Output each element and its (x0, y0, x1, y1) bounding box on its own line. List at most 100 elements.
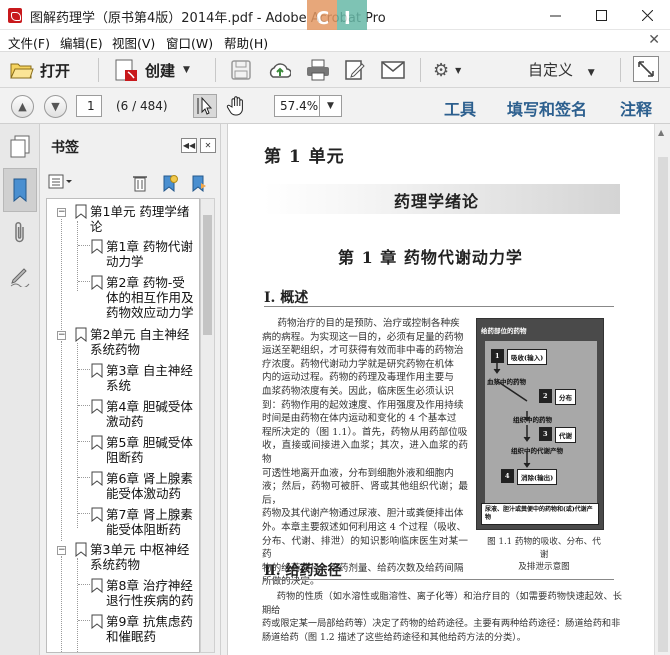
minimize-button[interactable] (532, 0, 578, 30)
expand-toggle[interactable]: − (57, 546, 66, 555)
pages-icon (10, 135, 30, 158)
expand-bookmark-button[interactable] (190, 174, 208, 195)
fill-sign-tab[interactable]: 填写和签名 (507, 96, 587, 120)
open-button[interactable]: 打开 (10, 57, 70, 83)
page-number-input[interactable]: 1 (76, 95, 102, 117)
bookmark-item[interactable]: 第9章 抗焦虑药 和催眠药 (106, 614, 193, 644)
bookmarks-panel: 书签 ◀◀ ✕ − 第1单元 药理学绪论 第1章 药物代谢 动力学 第2章 药物… (40, 124, 220, 655)
bookmarks-tree: − 第1单元 药理学绪论 第1章 药物代谢 动力学 第2章 药物-受 体的相互作用及… (46, 198, 200, 653)
expand-toggle[interactable]: − (57, 331, 66, 340)
document-close-icon[interactable]: ✕ (648, 32, 660, 48)
upload-cloud-button[interactable] (267, 57, 291, 83)
maximize-button[interactable] (578, 0, 624, 30)
comment-tab[interactable]: 注释 (620, 96, 652, 120)
bookmark-item[interactable]: 第2章 药物-受 体的相互作用及 药物效应动力学 (106, 275, 194, 320)
close-icon (641, 9, 653, 21)
bookmark-tag-icon (192, 175, 206, 193)
bookmark-item[interactable]: 第7章 肾上腺素 能受体阻断药 (106, 507, 193, 537)
paragraph-line: 病的病程。为实现这一目的，必须有足量的药物 (262, 331, 464, 343)
heading-routes: Ⅱ. 给药途径 (264, 563, 342, 579)
customize-dropdown[interactable]: 自定义 ▼ (528, 59, 595, 81)
bookmark-item[interactable]: 第3章 自主神经 系统 (106, 363, 193, 393)
page-thumbnails-button[interactable] (8, 134, 32, 160)
create-pdf-icon (115, 59, 137, 81)
bookmark-item[interactable]: 第1章 药物代谢 动力学 (106, 239, 193, 269)
bookmarks-toolbar (40, 168, 220, 196)
bookmark-options-button[interactable] (48, 174, 74, 192)
bookmark-icon (91, 507, 103, 522)
trash-icon (133, 176, 147, 192)
navigation-toolbar: ▲ ▼ 1 (6 / 484) 57.4% ▼ 工具 填写和签名 注释 (0, 88, 670, 124)
fullscreen-button[interactable] (633, 56, 659, 82)
bookmarks-scrollbar-thumb[interactable] (203, 215, 212, 335)
expand-toggle[interactable]: − (57, 208, 66, 217)
tree-connector (61, 556, 62, 652)
zoom-chevron-down-icon: ▼ (327, 101, 334, 111)
menu-edit[interactable]: 编辑(E) (60, 33, 103, 52)
save-button[interactable] (229, 57, 253, 83)
signatures-pane-button[interactable] (8, 263, 32, 289)
delete-bookmark-button[interactable] (132, 174, 148, 195)
figure-1-1: 给药部位的药物 吸收(输入) 血浆中的药物 分布 组织中的药物 代谢 组织中的代… (476, 318, 604, 530)
bookmark-icon (91, 435, 103, 450)
print-button[interactable] (306, 57, 330, 83)
settings-chevron-down-icon: ▼ (455, 65, 462, 75)
settings-button[interactable]: ⚙ ▼ (433, 57, 461, 83)
bookmark-ribbon-icon (13, 178, 27, 202)
document-view[interactable]: 第 1 单元 药理学绪论 第 1 章 药物代谢动力学 Ⅰ. 概述 药物治疗的目的… (228, 124, 654, 655)
hand-tool-button[interactable] (226, 95, 250, 119)
tree-connector (77, 343, 78, 528)
panel-close-button[interactable]: ✕ (200, 138, 216, 153)
toolbar-separator (620, 58, 621, 82)
gear-icon: ⚙ (433, 59, 450, 81)
next-page-button[interactable]: ▼ (44, 95, 67, 118)
previous-page-button[interactable]: ▲ (11, 95, 34, 118)
bookmark-item[interactable]: 第2单元 自主神经 系统药物 (90, 327, 189, 357)
tree-connector (61, 219, 62, 336)
zoom-input[interactable]: 57.4% (274, 95, 320, 117)
attachments-pane-button[interactable] (8, 220, 32, 246)
open-label: 打开 (40, 61, 71, 80)
bookmark-icon (75, 204, 87, 219)
figure-arrows (493, 361, 531, 468)
tools-tab[interactable]: 工具 (444, 96, 476, 120)
paragraph-line: 程所决定的（图 1.1）。首先，药物从用药部位吸 (262, 426, 468, 438)
unit-title: 第 1 单元 (264, 147, 345, 167)
paragraph-line: 收，直接或间接进入血浆；其次，进入血浆的药物 (262, 440, 468, 465)
customize-chevron-down-icon: ▼ (587, 68, 595, 78)
edit-document-button[interactable] (343, 57, 367, 83)
menu-view[interactable]: 视图(V) (112, 33, 155, 52)
bookmarks-pane-button[interactable] (8, 177, 32, 203)
new-bookmark-button[interactable] (161, 174, 179, 195)
scroll-up-icon[interactable]: ▲ (658, 128, 664, 137)
close-icon: ✕ (204, 141, 212, 150)
bookmark-item[interactable]: 第5章 胆碱受体 阻断药 (106, 435, 193, 465)
cursor-arrow-icon (197, 96, 213, 115)
tree-connector (77, 558, 78, 652)
arrow-up-icon: ▲ (18, 100, 27, 113)
collapse-panel-button[interactable]: ◀◀ (181, 138, 197, 153)
menu-help[interactable]: 帮助(H) (224, 33, 268, 52)
bookmarks-scrollbar[interactable] (200, 198, 215, 653)
select-tool-button[interactable] (193, 94, 217, 118)
close-button[interactable] (624, 0, 670, 30)
document-scrollbar[interactable]: ▲ (654, 124, 670, 655)
document-scrollbar-thumb[interactable] (658, 157, 668, 652)
hand-icon (226, 96, 243, 116)
bookmark-item[interactable]: 第8章 治疗神经 退行性疾病的药 (106, 578, 194, 608)
bookmark-item[interactable]: 第3单元 中枢神经 系统药物 (90, 542, 189, 572)
paragraph-line: 血浆药物浓度有关。因此，临床医生必须认识 (262, 385, 454, 397)
bookmark-item[interactable]: 第1单元 药理学绪论 (90, 204, 189, 234)
bookmark-item[interactable]: 第4章 胆碱受体 激动药 (106, 399, 193, 429)
menu-window[interactable]: 窗口(W) (166, 33, 213, 52)
create-button[interactable]: 创建 ▼ (113, 57, 190, 83)
paragraph-line: 药或限定某一局部给药等）决定了药物的给药途径。主要有两种给药途径：肠道给药和非 (262, 618, 621, 630)
zoom-dropdown-button[interactable]: ▼ (320, 95, 342, 117)
tree-connector (78, 584, 90, 585)
toolbar-separator (420, 58, 421, 82)
bookmark-item[interactable]: 第6章 肾上腺素 能受体激动药 (106, 471, 193, 501)
panel-splitter[interactable] (220, 124, 228, 655)
menu-file[interactable]: 文件(F) (8, 33, 50, 52)
paragraph-line: 药物及其代谢产物通过尿液、胆汁或粪便排出体 (262, 508, 464, 520)
email-button[interactable] (381, 57, 405, 83)
